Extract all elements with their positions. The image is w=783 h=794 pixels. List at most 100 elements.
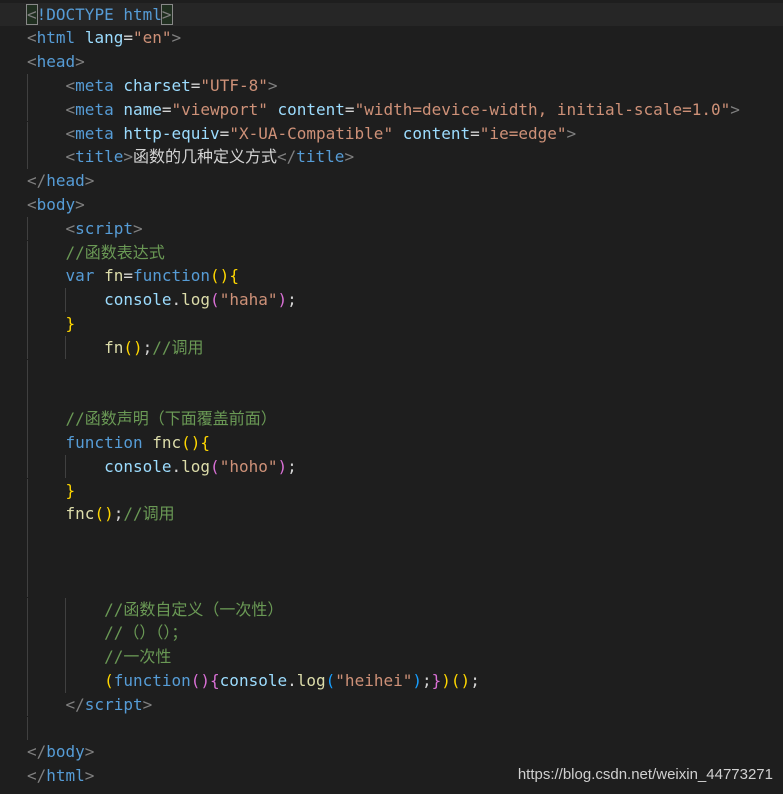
code-token: < [65, 147, 76, 167]
code-line[interactable]: </script> [0, 692, 783, 717]
code-line[interactable] [0, 716, 783, 741]
code-line[interactable] [0, 549, 783, 574]
code-token: () [123, 337, 143, 357]
code-line[interactable] [0, 383, 783, 408]
code-token: var [65, 266, 95, 286]
code-editor[interactable]: <!DOCTYPE html> <html lang="en"> <head> <m… [0, 0, 783, 794]
code-token: </ [27, 742, 47, 762]
code-token: charset [123, 75, 191, 95]
code-line[interactable]: <body> [0, 193, 783, 217]
code-token: ; [422, 670, 432, 690]
code-token: > [566, 123, 577, 143]
code-token: } [65, 313, 76, 333]
code-token: < [65, 75, 76, 95]
code-text: //函数表达式 [27, 241, 165, 265]
code-token: ; [470, 670, 480, 690]
code-token: html [36, 28, 76, 48]
code-token: "hoho" [219, 456, 278, 476]
watermark-url: https://blog.csdn.net/weixin_44773271 [517, 766, 773, 783]
code-line[interactable]: </head> [0, 169, 783, 193]
code-line[interactable]: //（）（）； [0, 621, 783, 646]
code-token: = [470, 123, 480, 143]
code-text: function fnc(){ [27, 431, 211, 455]
code-token: > [132, 218, 143, 238]
code-text: <html lang="en"> [27, 26, 181, 50]
code-line[interactable]: //函数声明（下面覆盖前面） [0, 407, 783, 431]
code-line[interactable]: console.log("hoho"); [0, 454, 783, 479]
code-line[interactable]: <script> [0, 216, 783, 241]
code-token: "haha" [219, 290, 278, 310]
code-text: } [27, 479, 76, 503]
code-line[interactable]: <meta http-equiv="X-UA-Compatible" conte… [0, 121, 783, 146]
code-line[interactable]: fnc();//调用 [0, 502, 783, 527]
code-token: //调用 [152, 337, 204, 357]
indent-guide [27, 573, 28, 598]
code-line[interactable]: fn();//调用 [0, 335, 783, 360]
code-line[interactable]: <html lang="en"> [0, 26, 783, 50]
code-line[interactable]: <meta charset="UTF-8"> [0, 73, 783, 98]
code-token: content [402, 123, 471, 143]
code-token: ; [142, 337, 153, 357]
code-token: > [84, 171, 95, 191]
code-line[interactable]: var fn=function(){ [0, 264, 783, 289]
code-text: <script> [27, 217, 143, 241]
code-token: } [65, 480, 76, 500]
code-text: </head> [27, 169, 94, 193]
code-line[interactable]: </body> [0, 740, 783, 764]
code-token: "en" [132, 28, 172, 48]
code-token: } [431, 670, 442, 690]
code-line[interactable]: <!DOCTYPE html> [0, 2, 783, 27]
code-token: console [219, 670, 288, 690]
code-token: > [142, 694, 153, 714]
code-text: (function(){console.log("heihei");})(); [27, 669, 480, 693]
code-token: > [160, 3, 173, 25]
code-token: meta [75, 75, 114, 95]
code-line[interactable]: <head> [0, 50, 783, 74]
code-line[interactable]: (function(){console.log("heihei");})(); [0, 668, 783, 693]
code-token: > [171, 28, 182, 48]
code-line[interactable]: //一次性 [0, 645, 783, 669]
code-token: name [123, 99, 162, 119]
code-token: . [171, 456, 182, 476]
code-token: ; [287, 456, 297, 476]
code-text: //一次性 [27, 645, 171, 669]
code-token: fn [104, 337, 124, 357]
code-token: 函数的几种定义方式 [132, 147, 277, 167]
code-token: "ie=edge" [479, 123, 567, 143]
code-token: < [27, 28, 37, 48]
code-token: ) [277, 456, 288, 476]
code-line[interactable]: console.log("haha"); [0, 288, 783, 312]
code-token: ) [412, 670, 422, 690]
code-token: ; [287, 290, 297, 310]
code-line[interactable]: <meta name="viewport" content="width=dev… [0, 97, 783, 122]
code-token: . [287, 670, 297, 690]
code-line[interactable] [0, 573, 783, 598]
code-token: </ [27, 766, 47, 786]
code-token: = [219, 123, 230, 143]
code-line[interactable]: function fnc(){ [0, 430, 783, 455]
code-line[interactable] [0, 526, 783, 550]
code-line[interactable]: } [0, 478, 783, 503]
code-token: = [161, 99, 172, 119]
code-line[interactable]: } [0, 311, 783, 336]
code-line[interactable]: //函数自定义（一次性） [0, 597, 783, 622]
code-token: head [46, 171, 85, 191]
code-line[interactable]: <title>函数的几种定义方式</title> [0, 145, 783, 170]
code-token: > [75, 194, 85, 214]
code-line[interactable] [0, 359, 783, 384]
code-token: body [36, 194, 76, 214]
code-token: fnc [152, 432, 182, 452]
code-line[interactable]: //函数表达式 [0, 240, 783, 265]
code-text: <!DOCTYPE html> [26, 3, 173, 27]
code-token: < [27, 194, 37, 214]
code-text: //（）（）； [27, 621, 187, 645]
code-text: fn();//调用 [27, 336, 204, 360]
